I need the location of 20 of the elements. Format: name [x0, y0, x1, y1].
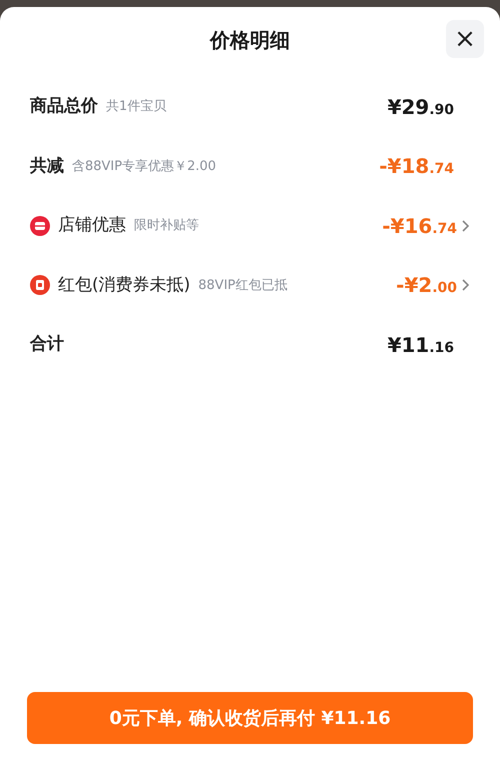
price-amount: -¥18.74 [379, 153, 454, 180]
row-note: 限时补贴等 [134, 217, 199, 235]
row-label: 红包(消费券未抵) [58, 274, 190, 296]
price-amount: -¥2.00 [396, 272, 457, 300]
price-amount: ¥29.90 [387, 94, 454, 121]
row-label: 商品总价 [30, 95, 98, 118]
shop-icon [30, 216, 50, 236]
chevron-right-icon[interactable] [461, 278, 470, 292]
price-amount: ¥11.16 [387, 332, 454, 359]
row-note: 含88VIP专享优惠￥2.00 [72, 158, 216, 176]
row-note: 88VIP红包已抵 [198, 276, 288, 294]
row-note: 共1件宝贝 [106, 98, 166, 116]
row-label: 共减 [30, 154, 64, 178]
close-button[interactable]: × [446, 20, 484, 58]
price-amount: -¥16.74 [382, 212, 457, 240]
row-label: 店铺优惠 [58, 214, 126, 237]
chevron-right-icon[interactable] [461, 218, 470, 233]
envelope-icon [30, 275, 50, 296]
sheet-title: 价格明细 [210, 27, 290, 54]
row-label: 合计 [30, 333, 64, 356]
